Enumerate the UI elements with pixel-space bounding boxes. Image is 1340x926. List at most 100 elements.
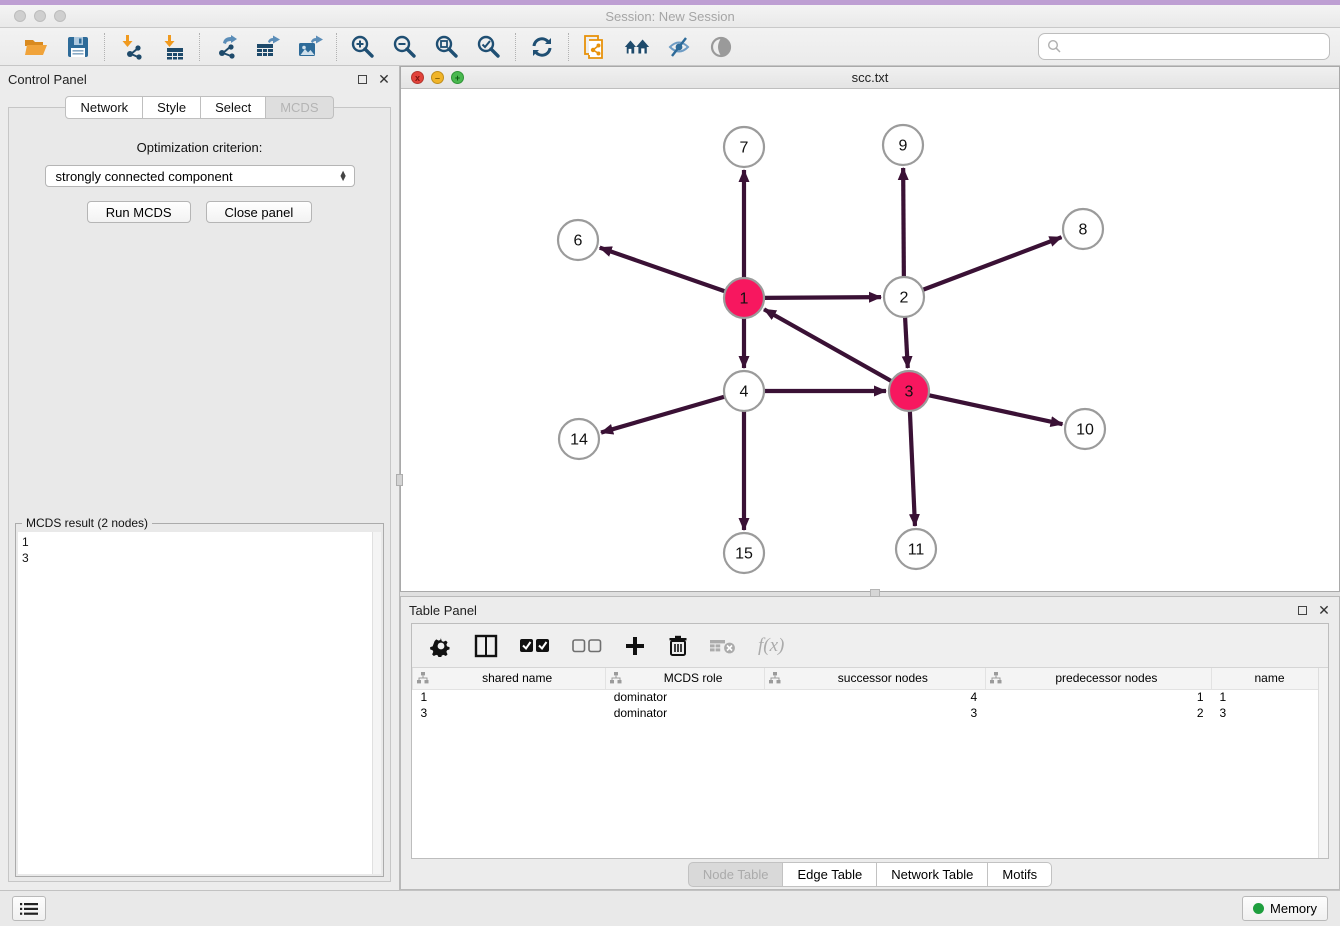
- float-panel-button[interactable]: [355, 72, 369, 86]
- column-tree-icon: [610, 672, 622, 687]
- table-tabs: Node TableEdge TableNetwork TableMotifs: [401, 859, 1339, 889]
- add-column-icon[interactable]: [624, 635, 646, 657]
- search-input[interactable]: [1067, 39, 1321, 54]
- network-view-window: x – + scc.txt 7 9 6 8 1 2 4 3 14 10 15 11: [400, 66, 1340, 592]
- graph-edge-1-6[interactable]: [600, 248, 725, 292]
- graph-edge-3-11[interactable]: [910, 411, 915, 526]
- network-window-title: scc.txt: [401, 70, 1339, 85]
- table-cell[interactable]: 1: [985, 689, 1211, 705]
- status-bar: Memory: [0, 890, 1340, 926]
- gear-icon[interactable]: [430, 635, 452, 657]
- node-label: 10: [1076, 422, 1094, 439]
- delete-table-icon[interactable]: [710, 637, 736, 655]
- show-graphics-details-icon[interactable]: [707, 33, 735, 61]
- split-columns-icon[interactable]: [474, 634, 498, 658]
- graph-node-10[interactable]: 10: [1065, 409, 1105, 449]
- table-cell[interactable]: 4: [764, 689, 985, 705]
- graph-edge-1-2[interactable]: [764, 297, 881, 298]
- table-scrollbar[interactable]: [1318, 668, 1328, 858]
- panel-splitter-handle[interactable]: [396, 474, 403, 486]
- network-canvas[interactable]: 7 9 6 8 1 2 4 3 14 10 15 11: [401, 89, 1339, 591]
- graph-node-8[interactable]: 8: [1063, 209, 1103, 249]
- network-maximize-button[interactable]: +: [451, 71, 464, 84]
- graph-edge-2-8[interactable]: [923, 237, 1062, 290]
- horizontal-splitter[interactable]: [400, 592, 1340, 596]
- import-table-icon[interactable]: [159, 33, 187, 61]
- task-history-button[interactable]: [12, 896, 46, 921]
- tab-node-table[interactable]: Node Table: [688, 862, 784, 887]
- table-cell[interactable]: 2: [985, 705, 1211, 721]
- graph-edge-3-10[interactable]: [929, 395, 1063, 424]
- graph-node-3[interactable]: 3: [889, 371, 929, 411]
- select-all-columns-icon[interactable]: [520, 638, 550, 654]
- tab-motifs[interactable]: Motifs: [988, 862, 1052, 887]
- export-image-icon[interactable]: [296, 33, 324, 61]
- graph-edge-2-3[interactable]: [905, 317, 908, 368]
- table-cell[interactable]: dominator: [606, 689, 765, 705]
- refresh-layout-icon[interactable]: [528, 33, 556, 61]
- run-mcds-button[interactable]: Run MCDS: [87, 201, 191, 223]
- table-cell[interactable]: 3: [1212, 705, 1328, 721]
- column-header-shared-name[interactable]: shared name: [413, 668, 606, 689]
- node-label: 14: [570, 432, 588, 449]
- graph-edge-4-14[interactable]: [601, 397, 725, 433]
- graph-node-15[interactable]: 15: [724, 533, 764, 573]
- save-icon[interactable]: [64, 33, 92, 61]
- table-row[interactable]: 3dominator323: [413, 705, 1328, 721]
- column-tree-icon: [990, 672, 1002, 687]
- graph-edge-2-9[interactable]: [903, 168, 904, 277]
- export-table-icon[interactable]: [254, 33, 282, 61]
- table-cell[interactable]: 3: [764, 705, 985, 721]
- tab-network[interactable]: Network: [65, 96, 143, 119]
- close-table-panel-icon[interactable]: ✕: [1317, 603, 1331, 617]
- table-cell[interactable]: 1: [413, 689, 606, 705]
- mcds-result-title: MCDS result (2 nodes): [22, 516, 152, 530]
- zoom-in-icon[interactable]: [349, 33, 377, 61]
- float-table-panel-button[interactable]: [1295, 603, 1309, 617]
- table-row[interactable]: 1dominator411: [413, 689, 1328, 705]
- zoom-selected-icon[interactable]: [475, 33, 503, 61]
- column-header-name[interactable]: name: [1212, 668, 1328, 689]
- result-scrollbar[interactable]: [372, 532, 381, 874]
- network-close-button[interactable]: x: [411, 71, 424, 84]
- table-cell[interactable]: 3: [413, 705, 606, 721]
- tab-edge-table[interactable]: Edge Table: [783, 862, 877, 887]
- zoom-fit-icon[interactable]: [433, 33, 461, 61]
- table-cell[interactable]: dominator: [606, 705, 765, 721]
- memory-button[interactable]: Memory: [1242, 896, 1328, 921]
- graph-node-2[interactable]: 2: [884, 277, 924, 317]
- graph-node-11[interactable]: 11: [896, 529, 936, 569]
- table-cell[interactable]: 1: [1212, 689, 1328, 705]
- column-header-predecessor-nodes[interactable]: predecessor nodes: [985, 668, 1211, 689]
- tab-mcds[interactable]: MCDS: [266, 96, 333, 119]
- column-header-successor-nodes[interactable]: successor nodes: [764, 668, 985, 689]
- tab-select[interactable]: Select: [201, 96, 266, 119]
- mcds-result-text[interactable]: 1 3: [18, 532, 372, 874]
- graph-node-1[interactable]: 1: [724, 278, 764, 318]
- memory-status-icon: [1253, 903, 1264, 914]
- graph-node-9[interactable]: 9: [883, 125, 923, 165]
- network-minimize-button[interactable]: –: [431, 71, 444, 84]
- graph-node-4[interactable]: 4: [724, 371, 764, 411]
- tab-style[interactable]: Style: [143, 96, 201, 119]
- function-builder-icon[interactable]: f(x): [758, 635, 784, 657]
- column-header-MCDS-role[interactable]: MCDS role: [606, 668, 765, 689]
- search-field[interactable]: [1038, 33, 1330, 60]
- hide-style-icon[interactable]: [665, 33, 693, 61]
- graph-edge-3-1[interactable]: [764, 309, 892, 381]
- first-neighbors-icon[interactable]: [623, 33, 651, 61]
- new-network-from-selection-icon[interactable]: [581, 33, 609, 61]
- optimization-criterion-dropdown[interactable]: strongly connected component ▲▼: [45, 165, 355, 187]
- graph-node-14[interactable]: 14: [559, 419, 599, 459]
- close-panel-button[interactable]: Close panel: [206, 201, 313, 223]
- graph-node-7[interactable]: 7: [724, 127, 764, 167]
- unselect-all-columns-icon[interactable]: [572, 638, 602, 654]
- open-folder-icon[interactable]: [22, 33, 50, 61]
- delete-column-icon[interactable]: [668, 635, 688, 657]
- close-panel-icon[interactable]: ✕: [377, 72, 391, 86]
- export-network-icon[interactable]: [212, 33, 240, 61]
- import-network-icon[interactable]: [117, 33, 145, 61]
- zoom-out-icon[interactable]: [391, 33, 419, 61]
- graph-node-6[interactable]: 6: [558, 220, 598, 260]
- tab-network-table[interactable]: Network Table: [877, 862, 988, 887]
